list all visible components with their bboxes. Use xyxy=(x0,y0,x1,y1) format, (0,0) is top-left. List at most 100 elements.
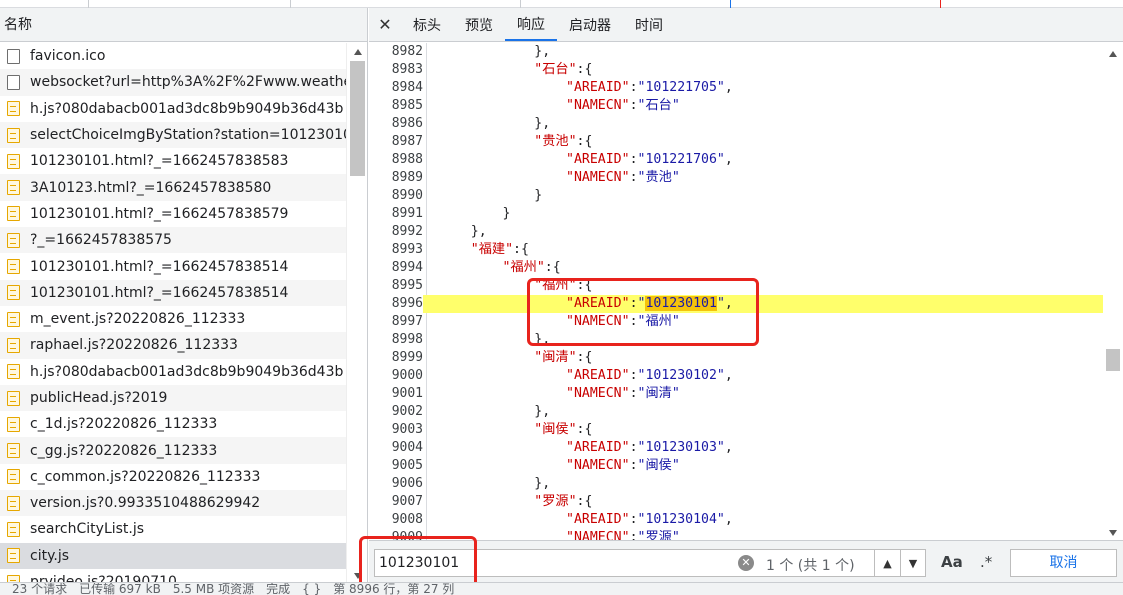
line-code: "NAMECN":"罗源" xyxy=(566,530,680,540)
request-row[interactable]: searchCityList.js xyxy=(0,516,346,542)
line-code: "AREAID":"101230104", xyxy=(566,512,733,527)
code-line: 8983 "石台":{ xyxy=(369,61,1103,79)
line-number: 8998 xyxy=(391,332,423,347)
scroll-down-arrow-icon[interactable] xyxy=(354,573,362,579)
script-icon xyxy=(7,337,20,353)
line-code: }, xyxy=(439,476,551,491)
line-number: 8985 xyxy=(391,98,423,113)
document-icon xyxy=(7,74,20,90)
match-case-toggle[interactable]: Aa xyxy=(941,553,963,571)
status-item: 第 8996 行，第 27 列 xyxy=(333,582,455,595)
code-line: 9001 "NAMECN":"闽清" xyxy=(369,385,1103,403)
request-row[interactable]: version.js?0.9933510488629942 xyxy=(0,490,346,517)
request-row[interactable]: h.js?080dabacb001ad3dc8b9b9049b36d43b xyxy=(0,359,346,385)
request-name: raphael.js?20220826_112333 xyxy=(30,337,238,354)
line-number: 8984 xyxy=(391,80,423,95)
request-list-scrollbar[interactable] xyxy=(346,43,367,583)
tab-headers[interactable]: 标头 xyxy=(401,8,453,41)
request-row[interactable]: 101230101.html?_=1662457838514 xyxy=(0,279,346,306)
code-scrollbar[interactable] xyxy=(1103,43,1123,540)
line-code: }, xyxy=(439,116,551,131)
request-row[interactable]: 3A10123.html?_=1662457838580 xyxy=(0,174,346,201)
line-code: "NAMECN":"闽侯" xyxy=(566,458,680,473)
status-item: { } xyxy=(302,582,322,595)
request-row[interactable]: 101230101.html?_=1662457838583 xyxy=(0,148,346,174)
status-item: 已传输 697 kB xyxy=(79,582,161,595)
request-row[interactable]: raphael.js?20220826_112333 xyxy=(0,332,346,359)
close-icon[interactable]: ✕ xyxy=(369,8,401,41)
code-line: 9002 }, xyxy=(369,403,1103,421)
script-icon xyxy=(7,416,20,432)
request-name: selectChoiceImgByStation?station=1012301… xyxy=(30,127,346,144)
line-code: "罗源":{ xyxy=(534,494,593,509)
clear-search-icon[interactable]: ✕ xyxy=(738,555,754,571)
line-number: 8983 xyxy=(391,62,423,77)
code-line: 8988 "AREAID":"101221706", xyxy=(369,151,1103,169)
request-name: 101230101.html?_=1662457838583 xyxy=(30,153,289,170)
script-icon xyxy=(7,259,20,275)
code-line: 8995 "福州":{ xyxy=(369,277,1103,295)
script-icon xyxy=(7,232,20,248)
scroll-thumb[interactable] xyxy=(350,61,365,176)
code-scroll-thumb[interactable] xyxy=(1106,349,1120,371)
previous-match-icon[interactable]: ▲ xyxy=(875,550,900,576)
tab-initiator[interactable]: 启动器 xyxy=(557,8,623,41)
line-code: "闽清":{ xyxy=(534,350,593,365)
request-row[interactable]: m_event.js?20220826_112333 xyxy=(0,306,346,332)
search-bar: ✕ 1 个 (共 1 个) ▲ ▼ Aa .* 取消 xyxy=(369,540,1123,582)
code-line: 8982 }, xyxy=(369,43,1103,61)
scroll-up-arrow-icon[interactable] xyxy=(354,49,362,55)
code-line: 9009 "NAMECN":"罗源" xyxy=(369,529,1103,540)
line-number: 8988 xyxy=(391,152,423,167)
request-row[interactable]: c_1d.js?20220826_112333 xyxy=(0,411,346,437)
request-name: h.js?080dabacb001ad3dc8b9b9049b36d43b xyxy=(30,100,344,117)
document-icon xyxy=(7,48,20,64)
tab-preview[interactable]: 预览 xyxy=(453,8,505,41)
line-code: }, xyxy=(439,44,551,59)
request-name: ?_=1662457838575 xyxy=(30,232,172,249)
line-number: 9005 xyxy=(391,458,423,473)
line-code: } xyxy=(439,206,511,221)
script-icon xyxy=(7,206,20,222)
match-navigation: ▲ ▼ xyxy=(874,549,926,577)
line-number: 8997 xyxy=(391,314,423,329)
code-scroll-up-arrow-icon[interactable] xyxy=(1109,51,1117,57)
response-panel: ✕ 标头 预览 响应 启动器 时间 8982 }, 8983 "石台":{8984… xyxy=(359,8,1123,590)
response-code-view[interactable]: 8982 }, 8983 "石台":{8984 "AREAID":"1012217… xyxy=(369,43,1123,540)
code-line: 9008 "AREAID":"101230104", xyxy=(369,511,1103,529)
line-code: "NAMECN":"福州" xyxy=(566,314,680,329)
tab-response[interactable]: 响应 xyxy=(505,8,557,41)
code-line: 9005 "NAMECN":"闽侯" xyxy=(369,457,1103,475)
request-row[interactable]: ?_=1662457838575 xyxy=(0,227,346,254)
line-number: 8990 xyxy=(391,188,423,203)
regex-toggle[interactable]: .* xyxy=(980,553,992,571)
request-row[interactable]: selectChoiceImgByStation?station=1012301… xyxy=(0,121,346,149)
line-number: 9006 xyxy=(391,476,423,491)
request-row[interactable]: city.js xyxy=(0,542,346,569)
request-row[interactable]: websocket?url=http%3A%2F%2Fwww.weather.c xyxy=(0,69,346,96)
request-row[interactable]: 101230101.html?_=1662457838579 xyxy=(0,201,346,227)
request-row[interactable]: 101230101.html?_=1662457838514 xyxy=(0,253,346,279)
script-icon xyxy=(7,101,20,117)
name-column-header[interactable]: 名称 xyxy=(0,8,367,42)
cancel-search-button[interactable]: 取消 xyxy=(1010,549,1117,577)
line-code: "AREAID":"101221705", xyxy=(566,80,733,95)
request-name: h.js?080dabacb001ad3dc8b9b9049b36d43b xyxy=(30,363,344,380)
request-name: m_event.js?20220826_112333 xyxy=(30,311,246,328)
code-scroll-down-arrow-icon[interactable] xyxy=(1109,530,1117,536)
tab-timing[interactable]: 时间 xyxy=(623,8,675,41)
code-line: 8991 } xyxy=(369,205,1103,223)
request-name: publicHead.js?2019 xyxy=(30,390,168,406)
request-name: c_common.js?20220826_112333 xyxy=(30,468,261,485)
request-name: searchCityList.js xyxy=(30,521,145,538)
line-code: "NAMECN":"闽清" xyxy=(566,386,680,401)
request-row[interactable]: c_gg.js?20220826_112333 xyxy=(0,437,346,464)
request-row[interactable]: favicon.ico xyxy=(0,43,346,69)
request-row[interactable]: h.js?080dabacb001ad3dc8b9b9049b36d43b xyxy=(0,96,346,122)
line-number: 8982 xyxy=(391,44,423,59)
code-line: 8992 }, xyxy=(369,223,1103,241)
request-row[interactable]: publicHead.js?2019 xyxy=(0,384,346,412)
request-row[interactable]: c_common.js?20220826_112333 xyxy=(0,464,346,490)
line-code: }, xyxy=(439,404,551,419)
next-match-icon[interactable]: ▼ xyxy=(900,550,925,576)
